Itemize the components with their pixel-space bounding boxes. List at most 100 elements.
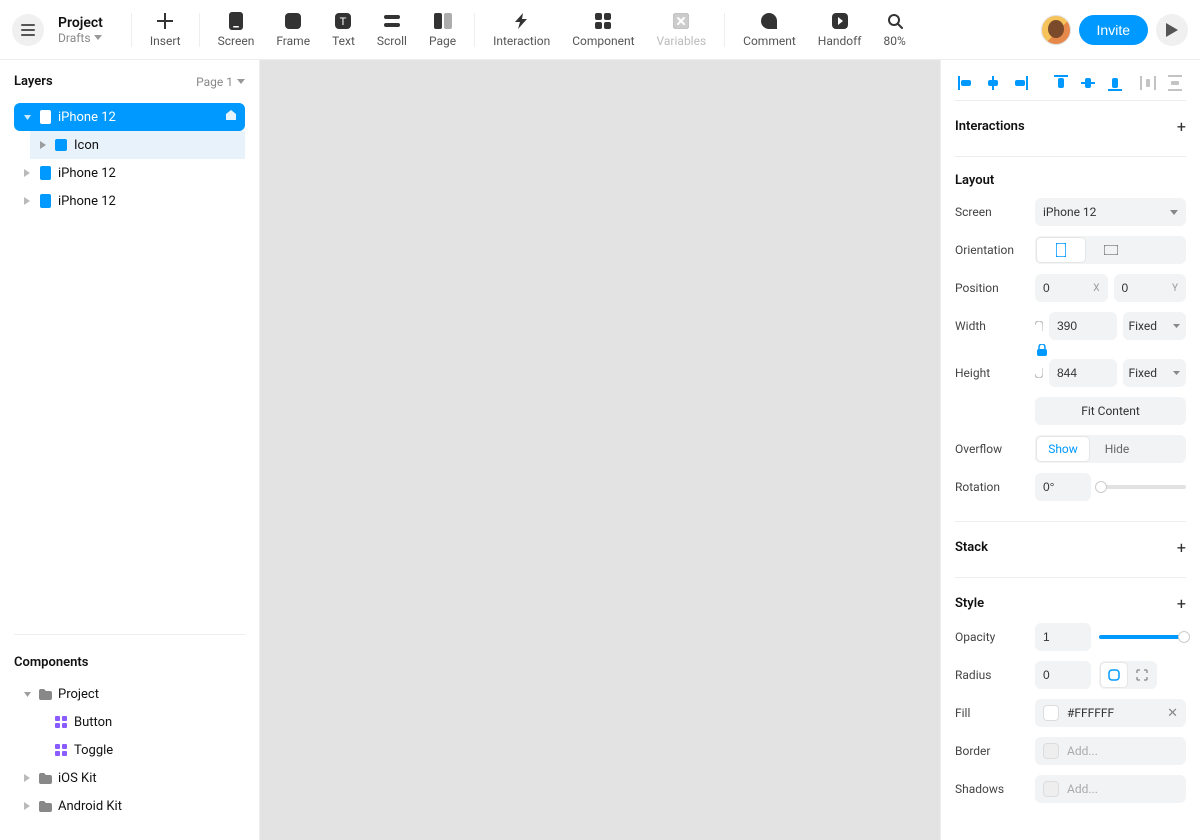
menu-button[interactable]: [12, 14, 44, 46]
border-control[interactable]: Add...: [1035, 737, 1186, 765]
chevron-down-icon: [94, 35, 102, 40]
handoff-tool[interactable]: Handoff: [818, 12, 862, 48]
distribute-h-button[interactable]: [1138, 72, 1159, 94]
screen-tool[interactable]: Screen: [218, 12, 255, 48]
width-input[interactable]: [1049, 312, 1117, 340]
interactions-title: Interactions: [955, 119, 1025, 134]
component-name: Button: [74, 715, 112, 730]
align-top-button[interactable]: [1050, 72, 1071, 94]
rotation-slider[interactable]: [1099, 485, 1186, 489]
height-sizing-select[interactable]: Fixed: [1123, 359, 1187, 387]
screen-select[interactable]: iPhone 12: [1035, 198, 1186, 226]
height-sizing-value: Fixed: [1129, 366, 1158, 380]
component-tool[interactable]: Component: [572, 12, 634, 48]
shadows-control[interactable]: Add...: [1035, 775, 1186, 803]
project-folder-dropdown[interactable]: Drafts: [58, 31, 103, 45]
invite-button[interactable]: Invite: [1079, 15, 1148, 45]
opacity-value[interactable]: [1043, 630, 1073, 644]
align-right-button[interactable]: [1009, 72, 1030, 94]
stack-section: Stack +: [941, 522, 1200, 577]
layer-row-iphone12[interactable]: iPhone 12: [14, 187, 245, 215]
chevron-down-icon: [1170, 210, 1178, 215]
overflow-toggle[interactable]: Show Hide: [1035, 435, 1186, 463]
fill-value: #FFFFFF: [1067, 706, 1159, 720]
orientation-toggle[interactable]: [1035, 236, 1186, 264]
overflow-hide[interactable]: Hide: [1091, 437, 1143, 461]
distribute-v-button[interactable]: [1165, 72, 1186, 94]
fit-content-button[interactable]: Fit Content: [1035, 397, 1186, 425]
width-label: Width: [955, 319, 1027, 333]
width-value[interactable]: [1057, 319, 1087, 333]
component-folder-ios[interactable]: iOS Kit: [14, 764, 245, 792]
chevron-right-icon: [24, 169, 30, 177]
variables-tool[interactable]: Variables: [657, 12, 707, 48]
align-vcenter-icon: [1081, 75, 1095, 91]
lock-aspect-button[interactable]: [1035, 344, 1049, 359]
overflow-show[interactable]: Show: [1037, 437, 1089, 461]
folder-icon: [39, 801, 52, 812]
component-button[interactable]: Button: [30, 708, 245, 736]
divider: [724, 13, 725, 47]
orientation-portrait[interactable]: [1037, 238, 1085, 262]
rotation-label: Rotation: [955, 480, 1027, 494]
fill-swatch[interactable]: [1043, 705, 1059, 721]
radius-value[interactable]: [1043, 668, 1073, 682]
height-value[interactable]: [1057, 366, 1087, 380]
layer-row-iphone12[interactable]: iPhone 12: [14, 103, 245, 131]
position-x-input[interactable]: X: [1035, 274, 1108, 302]
orientation-landscape[interactable]: [1087, 238, 1135, 262]
text-tool[interactable]: T Text: [332, 12, 355, 48]
position-x-value[interactable]: [1043, 281, 1073, 295]
comment-tool[interactable]: Comment: [743, 12, 796, 48]
folder-icon: [39, 773, 52, 784]
radius-corners-icon: [1136, 669, 1148, 681]
align-top-icon: [1054, 75, 1068, 91]
rotation-value[interactable]: [1043, 480, 1073, 494]
page-icon: [434, 13, 452, 29]
radius-mode-toggle[interactable]: [1099, 661, 1157, 689]
preview-button[interactable]: [1156, 14, 1188, 46]
position-y-input[interactable]: Y: [1114, 274, 1187, 302]
layer-name: iPhone 12: [58, 194, 116, 209]
scroll-tool[interactable]: Scroll: [377, 12, 407, 48]
align-left-button[interactable]: [955, 72, 976, 94]
opacity-slider[interactable]: [1099, 635, 1186, 639]
height-input[interactable]: [1049, 359, 1117, 387]
component-toggle[interactable]: Toggle: [30, 736, 245, 764]
radius-independent[interactable]: [1129, 663, 1155, 687]
add-stack-button[interactable]: +: [1177, 538, 1186, 557]
zoom-tool[interactable]: 80%: [883, 12, 905, 48]
screen-icon: [40, 194, 51, 208]
component-folder-android[interactable]: Android Kit: [14, 792, 245, 820]
page-tool[interactable]: Page: [429, 12, 456, 48]
text-label: Text: [332, 34, 355, 48]
interaction-tool[interactable]: Interaction: [493, 12, 550, 48]
add-style-button[interactable]: +: [1177, 594, 1186, 613]
position-y-value[interactable]: [1122, 281, 1152, 295]
insert-tool[interactable]: Insert: [150, 12, 181, 48]
layer-row-icon[interactable]: Icon: [30, 131, 245, 159]
align-hcenter-button[interactable]: [982, 72, 1003, 94]
layer-row-iphone12[interactable]: iPhone 12: [14, 159, 245, 187]
page-selector[interactable]: Page 1: [196, 75, 245, 89]
opacity-input[interactable]: [1035, 623, 1091, 651]
frame-tool[interactable]: Frame: [276, 12, 310, 48]
radius-uniform[interactable]: [1101, 663, 1127, 687]
radius-input[interactable]: [1035, 661, 1091, 689]
fill-control[interactable]: #FFFFFF ✕: [1035, 699, 1186, 727]
add-interaction-button[interactable]: +: [1177, 117, 1186, 136]
chevron-down-icon: [237, 79, 245, 84]
align-vcenter-button[interactable]: [1077, 72, 1098, 94]
avatar[interactable]: [1041, 15, 1071, 45]
layers-header: Layers Page 1: [0, 60, 259, 99]
comment-label: Comment: [743, 34, 796, 48]
canvas[interactable]: [260, 60, 940, 840]
align-right-icon: [1012, 76, 1028, 90]
component-folder-project[interactable]: Project: [14, 680, 245, 708]
width-sizing-select[interactable]: Fixed: [1123, 312, 1187, 340]
component-icon: [55, 744, 67, 756]
align-bottom-button[interactable]: [1104, 72, 1125, 94]
rotation-input[interactable]: [1035, 473, 1091, 501]
scroll-label: Scroll: [377, 34, 407, 48]
remove-fill-button[interactable]: ✕: [1167, 706, 1178, 721]
